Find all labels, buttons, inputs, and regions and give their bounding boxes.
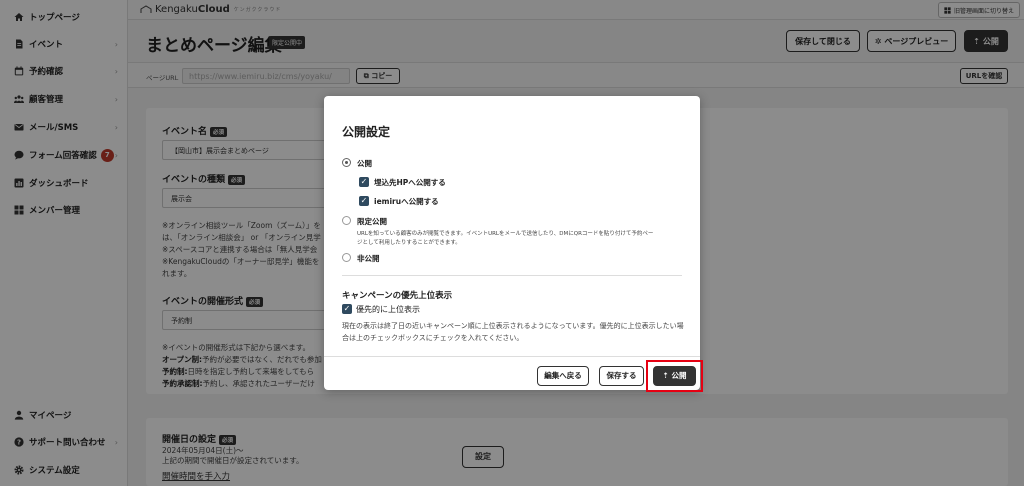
back-to-edit-button[interactable]: 編集へ戻る [537,366,589,386]
checkbox-priority-display[interactable]: ✓ [342,304,352,314]
radio-private[interactable] [342,253,351,262]
limited-description: URLを知っている顧客のみが閲覧できます。イベントURLをメールで送信したり、D… [357,230,693,248]
radio-limited-label: 限定公開 [357,217,387,226]
checkbox-iemiru[interactable]: ✓ [359,196,369,206]
campaign-section-title: キャンペーンの優先上位表示 [342,291,453,301]
save-button[interactable]: 保存する [599,366,644,386]
radio-public[interactable] [342,158,351,167]
radio-limited[interactable] [342,216,351,225]
publish-settings-modal: 公開設定 公開 ✓ 埋込先HPへ公開する ✓ iemiruへ公開する 限定公開 … [324,96,700,390]
radio-private-label: 非公開 [357,254,380,263]
campaign-description: 現在の表示は終了日の近いキャンペーン順に上位表示されるようになっています。優先的… [342,322,684,342]
modal-divider [342,275,682,276]
modal-footer-divider [324,356,700,357]
modal-title: 公開設定 [342,125,391,139]
highlight-box [646,360,703,392]
radio-public-label: 公開 [357,159,372,168]
checkbox-embed-hp-label: 埋込先HPへ公開する [374,178,446,187]
checkbox-priority-display-label: 優先的に上位表示 [356,305,420,314]
checkbox-embed-hp[interactable]: ✓ [359,177,369,187]
limited-desc-line: ジとして利用したりすることができます。 [357,240,461,246]
checkbox-iemiru-label: iemiruへ公開する [374,197,439,206]
limited-desc-line: URLを知っている顧客のみが閲覧できます。イベントURLをメールで送信したり、D… [357,231,654,237]
